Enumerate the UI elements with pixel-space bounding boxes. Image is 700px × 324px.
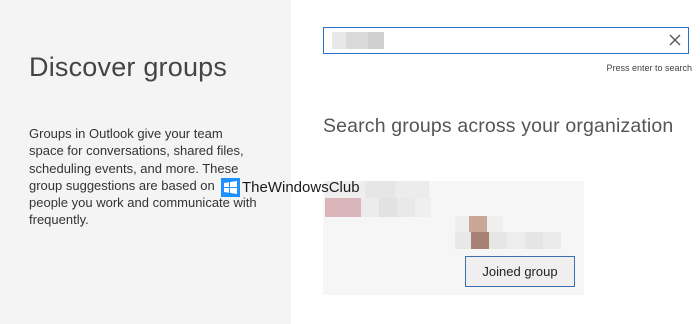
discover-groups-page: Discover groups Groups in Outlook give y… <box>0 0 700 324</box>
member-names-redacted <box>455 232 561 249</box>
windows-logo-icon <box>221 178 240 197</box>
search-query-redacted <box>332 32 384 49</box>
member-avatars-redacted <box>455 216 503 232</box>
search-heading: Search groups across your organization <box>323 115 674 137</box>
joined-group-button[interactable]: Joined group <box>465 256 575 287</box>
page-description: Groups in Outlook give your team space f… <box>29 126 257 228</box>
watermark-text: TheWindowsClub <box>242 179 360 196</box>
close-icon[interactable] <box>667 32 683 48</box>
group-avatar-redacted <box>325 198 431 217</box>
page-title: Discover groups <box>29 52 228 82</box>
search-hint: Press enter to search <box>606 63 692 73</box>
search-input[interactable] <box>323 27 689 54</box>
discover-panel: Discover groups Groups in Outlook give y… <box>0 0 291 324</box>
watermark: TheWindowsClub <box>221 178 360 197</box>
